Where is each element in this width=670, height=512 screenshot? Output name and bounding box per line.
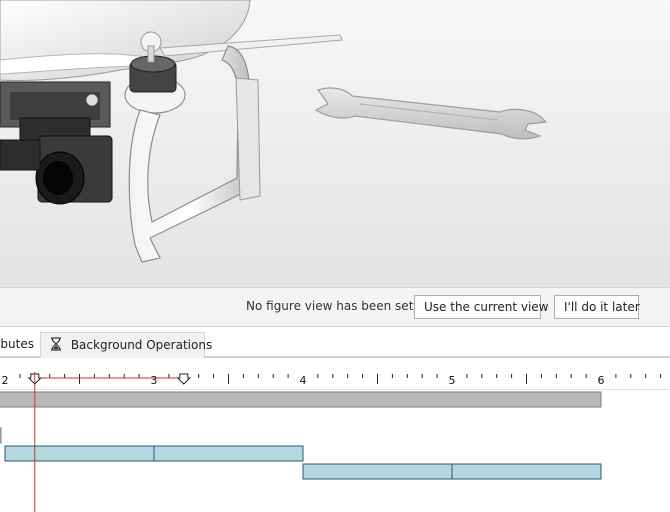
timeline-bar <box>0 391 602 408</box>
track-bars <box>0 372 602 512</box>
tab-attributes[interactable]: ibutes <box>0 332 40 358</box>
timeline-tracks[interactable] <box>0 358 670 512</box>
timeline-bar <box>451 463 602 480</box>
drone-model-render <box>0 0 548 263</box>
timeline-bar <box>4 445 155 462</box>
hourglass-icon <box>51 337 61 351</box>
panel-tab-strip: ibutes Background Operations <box>0 327 670 358</box>
wrench-model <box>314 87 548 140</box>
tab-background-operations-label: Background Operations <box>70 338 213 352</box>
use-current-view-button[interactable]: Use the current view <box>414 295 548 319</box>
timeline-bar <box>153 445 304 462</box>
figure-view-notification-bar: No figure view has been set Use the curr… <box>0 287 670 327</box>
timeline-panel[interactable]: 23456 <box>0 358 670 512</box>
timeline-bar <box>302 463 453 480</box>
model-viewport[interactable] <box>0 0 670 287</box>
tab-attributes-label: ibutes <box>0 337 34 351</box>
timeline-bar <box>0 427 2 444</box>
tab-background-operations[interactable]: Background Operations <box>40 332 212 358</box>
do-it-later-button[interactable]: I'll do it later <box>554 295 640 319</box>
notification-message: No figure view has been set <box>246 299 414 313</box>
